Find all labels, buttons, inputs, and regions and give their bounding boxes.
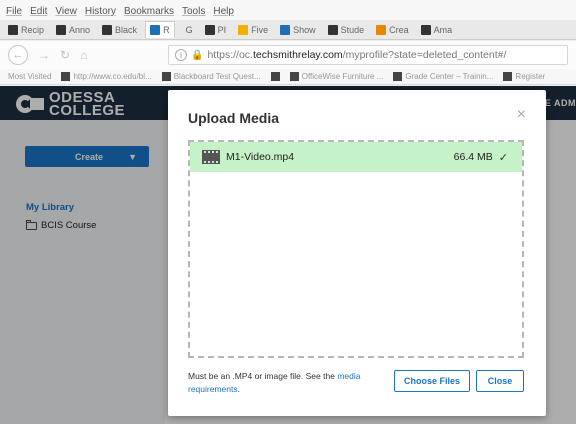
url-path: /myprofile?state=deleted_content#/ [342, 49, 507, 61]
tab-label: Show [293, 24, 316, 35]
bookmark-label: Blackboard Test Quest... [173, 72, 261, 81]
browser-tabbar: Recip Anno Black R G PI Five Show Stude … [0, 20, 576, 40]
orange-square-icon [376, 24, 387, 35]
menu-view[interactable]: View [55, 6, 77, 17]
back-arrow-icon[interactable]: ← [8, 45, 28, 65]
address-bar[interactable]: i 🔒 https://oc.techsmithrelay.com/myprof… [168, 45, 568, 65]
close-button[interactable]: Close [476, 370, 524, 392]
upload-media-dialog: Upload Media × M1-Video.mp4 66.4 MB ✓ Mu… [168, 90, 546, 416]
bookmark-label: http://www.co.edu/bl... [73, 72, 152, 81]
tab-label: Ama [433, 24, 453, 35]
bookmark-item[interactable]: Register [503, 72, 545, 81]
browser-tab[interactable]: Stude [324, 22, 369, 38]
menu-help[interactable]: Help [213, 6, 234, 17]
file-requirements-note: Must be an .MP4 or image file. See the m… [188, 370, 388, 396]
microsoft-icon [238, 24, 249, 35]
menu-bookmarks[interactable]: Bookmarks [124, 6, 174, 17]
uploaded-file-row: M1-Video.mp4 66.4 MB ✓ [190, 142, 522, 172]
pi-icon [204, 24, 215, 35]
close-icon[interactable]: × [517, 106, 526, 124]
tab-label: Five [251, 24, 269, 35]
tab-label: Black [115, 24, 138, 35]
bookmark-item[interactable] [270, 72, 280, 81]
tab-label: R [163, 25, 170, 35]
url-host: techsmithrelay.com [252, 49, 343, 61]
r-logo-icon [150, 25, 161, 35]
url-text: https://oc.techsmithrelay.com/myprofile?… [207, 49, 506, 61]
choose-files-button[interactable]: Choose Files [394, 370, 470, 392]
browser-tab[interactable]: Anno [52, 22, 94, 38]
bookmark-favicon-icon [61, 72, 71, 81]
bookmark-item[interactable]: http://www.co.edu/bl... [61, 72, 152, 81]
menu-file[interactable]: File [6, 6, 22, 17]
lock-icon: 🔒 [191, 49, 204, 61]
browser-menubar: File Edit View History Bookmarks Tools H… [0, 0, 576, 22]
bookmark-favicon-icon [503, 72, 513, 81]
browser-tab[interactable]: Show [276, 22, 320, 38]
browser-tab[interactable]: PI [201, 22, 231, 38]
star-icon [327, 24, 338, 35]
bookmark-favicon-icon [393, 72, 403, 81]
browser-navbar: ← → ↻ ⌂ i 🔒 https://oc.techsmithrelay.co… [0, 41, 576, 69]
browser-tab[interactable]: G [179, 22, 197, 38]
video-file-icon [202, 150, 220, 164]
bookmark-item[interactable]: OfficeWise Furniture ... [289, 72, 384, 81]
info-icon[interactable]: i [175, 49, 187, 61]
bookmark-label: OfficeWise Furniture ... [301, 72, 384, 81]
browser-tab[interactable]: Recip [4, 22, 48, 38]
note-end: . [237, 384, 240, 394]
file-name: M1-Video.mp4 [226, 151, 295, 163]
file-size: 66.4 MB [453, 151, 493, 163]
home-icon[interactable]: ⌂ [80, 48, 87, 62]
bookmark-favicon-icon [161, 72, 171, 81]
menu-tools[interactable]: Tools [182, 6, 205, 17]
reload-icon[interactable]: ↻ [60, 48, 70, 62]
dialog-title: Upload Media [188, 110, 280, 126]
blue-square-icon [280, 24, 291, 35]
browser-tab-active[interactable]: R [145, 21, 175, 38]
bookmark-item[interactable]: Most Visited [8, 72, 51, 81]
tab-label: PI [217, 24, 227, 35]
bookmark-favicon-icon [289, 72, 299, 81]
dark-square-icon [102, 24, 113, 35]
bookmark-label: Most Visited [8, 72, 52, 81]
menu-edit[interactable]: Edit [30, 6, 47, 17]
bookmark-favicon-icon [270, 72, 280, 81]
dark-square-icon [56, 24, 67, 35]
browser-tab[interactable]: Crea [372, 22, 413, 38]
menu-history[interactable]: History [85, 6, 116, 17]
dark-square-icon [8, 24, 18, 35]
url-prefix: https://oc. [207, 49, 253, 61]
bookmarks-toolbar: Most Visited http://www.co.edu/bl... Bla… [0, 69, 576, 85]
browser-tab[interactable]: Black [98, 22, 141, 38]
tab-label: Recip [21, 24, 45, 35]
browser-tab[interactable]: Ama [417, 22, 457, 38]
browser-tab[interactable]: Five [234, 22, 272, 38]
tab-label: Stude [340, 24, 365, 35]
bookmark-item[interactable]: Blackboard Test Quest... [161, 72, 261, 81]
note-text: Must be an .MP4 or image file. See the [188, 371, 338, 381]
tab-label: Crea [389, 24, 409, 35]
forward-arrow-icon[interactable]: → [38, 48, 50, 62]
checkmark-icon: ✓ [498, 151, 508, 164]
file-drop-zone[interactable]: M1-Video.mp4 66.4 MB ✓ [188, 140, 524, 358]
bookmark-label: Register [515, 72, 546, 81]
bookmark-item[interactable]: Grade Center – Trainin... [393, 72, 493, 81]
bookmark-label: Grade Center – Trainin... [405, 72, 494, 81]
tab-label: G [185, 24, 193, 35]
tab-label: Anno [69, 24, 91, 35]
amazon-icon [420, 24, 431, 35]
